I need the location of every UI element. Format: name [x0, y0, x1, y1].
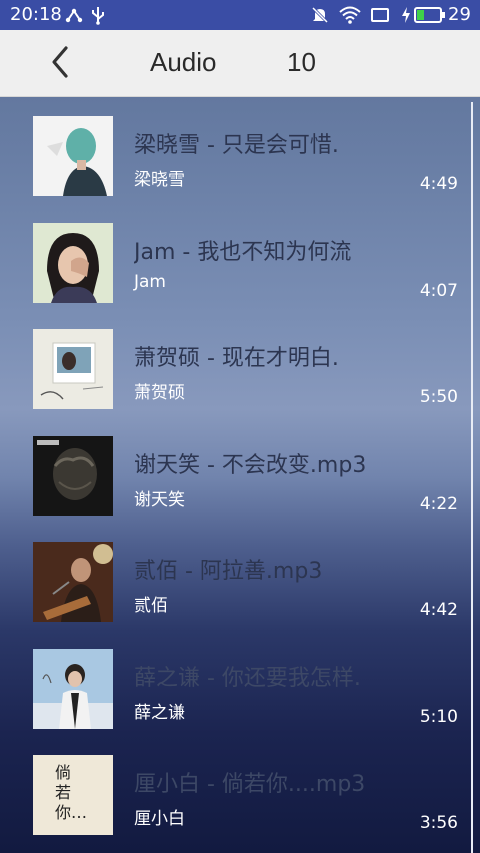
album-cover [33, 648, 113, 729]
back-button[interactable] [40, 42, 80, 82]
app-toolbar: Audio 10 [0, 30, 480, 97]
song-duration: 3:56 [419, 813, 458, 833]
song-title: 谢天笑 - 不会改变.mp3 [134, 452, 367, 478]
status-bar: 20:18 29 [0, 0, 480, 30]
song-row[interactable]: Jam - 我也不知为何流 Jam 4:07 [0, 203, 480, 310]
usb-tether-icon [62, 3, 86, 27]
chevron-left-icon [52, 46, 68, 78]
song-title: 薛之谦 - 你还要我怎样. [134, 665, 361, 691]
scrollbar[interactable] [471, 102, 473, 853]
song-artist: 萧贺硕 [134, 383, 185, 403]
album-cover [33, 222, 113, 303]
screen-icon [368, 3, 392, 27]
song-title: 萧贺硕 - 现在才明白. [134, 346, 339, 371]
album-cover [33, 542, 113, 622]
song-row[interactable]: 贰佰 - 阿拉善.mp3 贰佰 4:42 [0, 522, 480, 629]
song-duration: 4:49 [419, 174, 458, 194]
cover-text: 倘若你… [55, 763, 88, 822]
song-title: Jam - 我也不知为何流 [134, 239, 352, 265]
song-row[interactable]: 谢天笑 - 不会改变.mp3 谢天笑 4:22 [0, 416, 480, 523]
song-duration: 5:50 [419, 387, 458, 407]
item-count: 10 [287, 47, 316, 77]
song-duration: 4:22 [419, 493, 458, 514]
song-row[interactable]: 薛之谦 - 你还要我怎样. 薛之谦 5:10 [0, 629, 480, 736]
song-row[interactable]: 倘若你… 厘小白 - 倘若你....mp3 厘小白 3:56 [0, 735, 480, 842]
song-artist: 薛之谦 [134, 702, 185, 723]
song-artist: 谢天笑 [134, 489, 185, 510]
song-duration: 5:10 [419, 706, 458, 727]
page-title: Audio [150, 47, 217, 77]
wifi-icon [338, 3, 362, 27]
song-artist: 厘小白 [134, 809, 185, 829]
song-artist: 贰佰 [134, 596, 168, 616]
album-cover [33, 435, 113, 516]
song-duration: 4:42 [419, 600, 458, 620]
song-row[interactable]: 萧贺硕 - 现在才明白. 萧贺硕 5:50 [0, 309, 480, 416]
battery-percent: 29 [448, 4, 471, 25]
song-row[interactable]: 梁晓雪 - 只是会可惜. 梁晓雪 4:49 [0, 96, 480, 203]
album-cover: 倘若你… [33, 755, 113, 835]
song-title: 厘小白 - 倘若你....mp3 [134, 772, 366, 797]
usb-icon [86, 3, 110, 27]
battery-icon [414, 3, 446, 27]
song-duration: 4:07 [419, 280, 458, 301]
album-cover [33, 116, 113, 196]
song-artist: 梁晓雪 [134, 170, 185, 190]
song-title: 贰佰 - 阿拉善.mp3 [134, 559, 323, 584]
song-artist: Jam [134, 271, 166, 292]
song-title: 梁晓雪 - 只是会可惜. [134, 133, 339, 158]
song-list[interactable]: 梁晓雪 - 只是会可惜. 梁晓雪 4:49 Jam - 我也不知为何流 Jam … [0, 96, 480, 853]
status-time: 20:18 [10, 4, 62, 25]
album-cover [33, 329, 113, 409]
mute-icon [308, 3, 332, 27]
